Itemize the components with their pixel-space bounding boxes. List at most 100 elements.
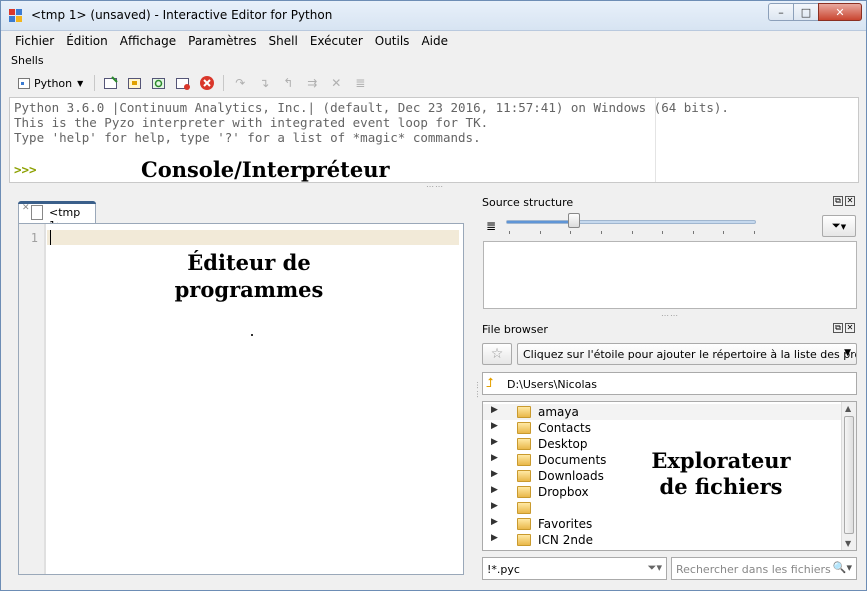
- expand-arrow-icon[interactable]: ▶: [491, 437, 498, 447]
- file-name: Documents: [538, 453, 607, 467]
- list-icon: ≣: [486, 219, 497, 233]
- folder-icon: [517, 534, 531, 546]
- vertical-splitter-handle[interactable]: ⋯⋯: [473, 381, 482, 399]
- menu-affichage[interactable]: Affichage: [114, 31, 182, 51]
- title-bar: <tmp 1> (unsaved) - Interactive Editor f…: [1, 1, 866, 31]
- slider-tick: [662, 231, 663, 234]
- file-browser-title: File browser: [482, 323, 548, 336]
- search-icon[interactable]: 🔍▾: [833, 561, 852, 574]
- expand-arrow-icon[interactable]: ▶: [491, 533, 498, 543]
- console-line: Type 'help' for help, type '?' for a lis…: [14, 130, 481, 145]
- console-line: Python 3.6.0 |Continuum Analytics, Inc.|…: [14, 100, 729, 115]
- interrupt-icon[interactable]: [127, 75, 143, 91]
- debug-step-out-icon[interactable]: ↰: [280, 75, 296, 91]
- file-list-scrollbar[interactable]: ▲ ▼: [841, 402, 856, 550]
- scroll-up-icon[interactable]: ▲: [845, 404, 851, 413]
- stray-dot: [251, 334, 253, 336]
- scrollbar-thumb[interactable]: [844, 416, 854, 534]
- explorer-annotation-line2: de fichiers: [659, 474, 783, 499]
- editor-annotation-line1: Éditeur de: [187, 250, 311, 275]
- expand-arrow-icon[interactable]: ▶: [491, 517, 498, 527]
- splitter-handle[interactable]: ⋯⋯: [661, 311, 679, 320]
- source-structure-pane-controls: ⧉ ✕: [833, 196, 855, 206]
- scroll-down-icon[interactable]: ▼: [845, 539, 851, 548]
- tab-active-indicator: [18, 201, 96, 204]
- menu-edition[interactable]: Édition: [60, 31, 114, 51]
- file-search-input[interactable]: Rechercher dans les fichiers 🔍▾: [671, 557, 857, 580]
- file-filter-input[interactable]: !*.pyc ⏷▾: [482, 557, 667, 580]
- close-pane-button[interactable]: ✕: [845, 323, 855, 333]
- maximize-button[interactable]: □: [793, 3, 819, 21]
- source-structure-tree[interactable]: [483, 241, 857, 309]
- fold-column: [44, 224, 46, 574]
- menu-bar: Fichier Édition Affichage Paramètres She…: [9, 31, 454, 51]
- slider-ticks: [509, 231, 755, 235]
- expand-arrow-icon[interactable]: ▶: [491, 453, 498, 463]
- list-item[interactable]: ▶ amaya: [483, 404, 841, 420]
- debug-step-over-icon[interactable]: ↴: [256, 75, 272, 91]
- file-name: ICN 2nde: [538, 533, 593, 547]
- debug-stop-icon[interactable]: ✕: [328, 75, 344, 91]
- slider-tick: [570, 231, 571, 234]
- slider-tick: [540, 231, 541, 234]
- close-window-button[interactable]: ✕: [818, 3, 862, 21]
- folder-up-icon[interactable]: ⮥: [486, 376, 494, 391]
- float-pane-button[interactable]: ⧉: [833, 323, 843, 333]
- projects-select[interactable]: Cliquez sur l'étoile pour ajouter le rép…: [517, 343, 857, 365]
- menu-executer[interactable]: Exécuter: [304, 31, 369, 51]
- restart-icon[interactable]: [151, 75, 167, 91]
- expand-arrow-icon[interactable]: ▶: [491, 469, 498, 479]
- menu-aide[interactable]: Aide: [415, 31, 454, 51]
- structure-level-slider-track[interactable]: [506, 220, 756, 224]
- list-item[interactable]: ▶: [483, 500, 841, 516]
- slider-tick: [601, 231, 602, 234]
- filter-icon: ⏷: [831, 219, 841, 232]
- path-text: D:\Users\Nicolas: [507, 378, 597, 391]
- menu-outils[interactable]: Outils: [369, 31, 416, 51]
- structure-filter-button[interactable]: ⏷▼: [822, 215, 856, 237]
- float-pane-button[interactable]: ⧉: [833, 196, 843, 206]
- shell-tab-python[interactable]: Python ▼: [11, 72, 90, 94]
- window-controls: – □ ✕: [768, 3, 862, 21]
- list-item[interactable]: ▶ Contacts: [483, 420, 841, 436]
- slider-tick: [509, 231, 510, 234]
- list-item[interactable]: ▶ ICN 2nde: [483, 532, 841, 548]
- expand-arrow-icon[interactable]: ▶: [491, 405, 498, 415]
- file-filter-value: !*.pyc: [487, 563, 520, 576]
- app-window: <tmp 1> (unsaved) - Interactive Editor f…: [0, 0, 867, 591]
- structure-level-slider-handle[interactable]: [568, 213, 580, 228]
- menu-fichier[interactable]: Fichier: [9, 31, 60, 51]
- path-input[interactable]: ⮥ D:\Users\Nicolas: [482, 372, 857, 395]
- slider-tick: [723, 231, 724, 234]
- projects-placeholder: Cliquez sur l'étoile pour ajouter le rép…: [523, 348, 857, 361]
- filter-icon[interactable]: ⏷▾: [648, 561, 662, 575]
- debug-stack-icon[interactable]: ≣: [352, 75, 368, 91]
- expand-arrow-icon[interactable]: ▶: [491, 501, 498, 511]
- slider-fill: [507, 221, 575, 223]
- star-icon[interactable]: ☆: [482, 343, 512, 365]
- close-shell-icon[interactable]: [199, 75, 215, 91]
- toolbar-separator: [223, 75, 225, 91]
- menu-shell[interactable]: Shell: [263, 31, 304, 51]
- close-tab-icon[interactable]: ✕: [22, 203, 30, 213]
- console[interactable]: Python 3.6.0 |Continuum Analytics, Inc.|…: [9, 97, 859, 183]
- splitter-handle[interactable]: ⋯⋯: [426, 182, 444, 191]
- slider-tick: [754, 231, 755, 234]
- close-pane-button[interactable]: ✕: [845, 196, 855, 206]
- debug-step-into-icon[interactable]: ⇉: [304, 75, 320, 91]
- expand-arrow-icon[interactable]: ▶: [491, 421, 498, 431]
- terminate-icon[interactable]: [175, 75, 191, 91]
- list-item[interactable]: ▶ Favorites: [483, 516, 841, 532]
- new-shell-icon[interactable]: [103, 75, 119, 91]
- file-name: amaya: [538, 405, 579, 419]
- window-title: <tmp 1> (unsaved) - Interactive Editor f…: [31, 8, 333, 22]
- toolbar-separator: [94, 75, 96, 91]
- folder-icon: [517, 518, 531, 530]
- debug-continue-icon[interactable]: ↷: [232, 75, 248, 91]
- editor-tab-tmp1[interactable]: ✕ <tmp 1>: [18, 201, 96, 232]
- slider-tick: [693, 231, 694, 234]
- menu-parametres[interactable]: Paramètres: [182, 31, 262, 51]
- expand-arrow-icon[interactable]: ▶: [491, 485, 498, 495]
- text-cursor: [50, 230, 51, 245]
- minimize-button[interactable]: –: [768, 3, 794, 21]
